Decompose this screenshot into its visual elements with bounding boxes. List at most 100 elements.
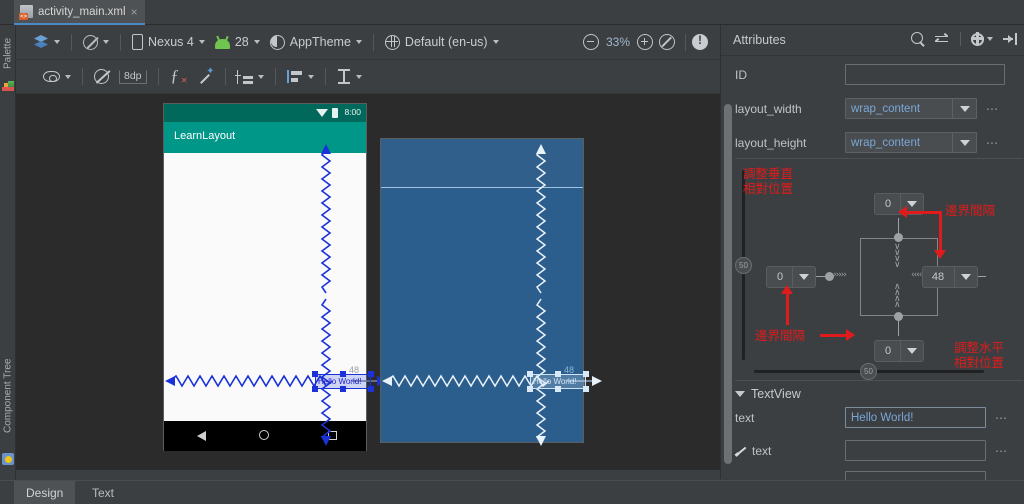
resize-handle[interactable] (368, 386, 374, 392)
constraint-anchor[interactable] (555, 386, 561, 392)
device-dropdown[interactable]: Nexus 4 (127, 29, 210, 55)
align-dropdown[interactable] (282, 64, 319, 90)
toolbar-divider (157, 68, 159, 85)
palette-icon (2, 80, 14, 92)
section-header-textview[interactable]: TextView (735, 387, 801, 401)
resize-handle[interactable] (583, 386, 589, 392)
chevron-down-icon[interactable] (735, 391, 745, 397)
chevron-down-icon (103, 40, 109, 44)
id-field[interactable] (845, 64, 1005, 85)
magnet-off-icon (94, 69, 109, 84)
resize-handle[interactable] (312, 386, 318, 392)
locale-label: Default (en-us) (404, 35, 488, 49)
resize-handle[interactable] (527, 371, 533, 377)
annotation-arrow-head-down (934, 250, 946, 259)
chevron-down-icon (355, 74, 362, 79)
annotation-horizontal-bias: 調整水平 相對位置 (954, 340, 1004, 370)
device-preview[interactable]: 8:00 LearnLayout (163, 103, 367, 451)
chevron-down-icon (355, 40, 362, 44)
file-tab-activity-main[interactable]: activity_main.xml × (14, 0, 145, 25)
swap-icon[interactable] (935, 33, 950, 46)
pack-dropdown[interactable] (232, 64, 269, 90)
zoom-level-label: 33% (605, 35, 631, 49)
toolbar-divider (71, 33, 72, 51)
resize-handle[interactable] (583, 371, 589, 377)
constraint-anchor[interactable] (340, 386, 346, 392)
layout-width-dropdown[interactable]: wrap_content (845, 98, 977, 119)
design-mode-dropdown[interactable] (28, 29, 65, 55)
text-design-more-button[interactable]: ⋯ (995, 444, 1008, 458)
sidebar-item-component-tree[interactable]: Component Tree (0, 341, 16, 451)
toolbar-divider (685, 33, 686, 51)
layout-height-dropdown[interactable]: wrap_content (845, 132, 977, 153)
section-title: TextView (751, 387, 801, 401)
annotation-arrow-head-left (898, 206, 907, 218)
design-canvas[interactable]: 8:00 LearnLayout Hello World! 48 Hello W… (16, 94, 720, 470)
align-icon (286, 70, 303, 83)
device-label: Nexus 4 (148, 35, 194, 49)
blueprint-preview[interactable] (380, 138, 584, 443)
toolbar-divider (120, 33, 121, 51)
orientation-icon (83, 34, 98, 50)
right-margin-dropdown[interactable]: 48 (922, 266, 978, 288)
globe-icon (384, 34, 400, 50)
resize-handle[interactable] (312, 371, 318, 377)
constraint-anchor[interactable] (555, 371, 561, 377)
text-design-field[interactable] (845, 440, 986, 461)
xml-file-icon (19, 5, 33, 20)
zoom-controls: 33% (583, 34, 675, 50)
zoom-fit-icon[interactable] (659, 34, 675, 50)
view-options-dropdown[interactable] (38, 64, 76, 90)
resize-handle[interactable] (368, 371, 374, 377)
clear-constraints-icon (170, 66, 188, 86)
search-icon[interactable] (911, 32, 925, 46)
close-icon[interactable]: × (131, 6, 138, 18)
vertical-bias-slider[interactable]: 50 (735, 257, 752, 274)
default-margin-dropdown[interactable]: 8dp (114, 64, 152, 90)
guidelines-dropdown[interactable] (332, 64, 367, 90)
blueprint-content-area[interactable] (381, 188, 583, 442)
vertical-spring-top: ∨ ∨ ∨ ∨ (894, 242, 901, 270)
annotation-left-margin-line1: 邊界間隔 (755, 328, 806, 343)
bottom-connector-line (898, 318, 900, 336)
attr-label-text-design-text: text (752, 443, 772, 458)
theme-dropdown[interactable]: AppTheme (265, 29, 367, 55)
attr-row-layout-width: layout_width wrap_content ⋯ (735, 95, 1023, 122)
constraint-anchor[interactable] (340, 371, 346, 377)
api-level-dropdown[interactable]: 28 (210, 29, 265, 55)
text-field[interactable]: Hello World! (845, 407, 986, 428)
attr-label-text: text (735, 410, 755, 425)
layout-height-more-button[interactable]: ⋯ (986, 136, 999, 150)
warning-icon[interactable] (692, 33, 708, 50)
chevron-down-icon (952, 99, 976, 118)
infer-constraints-button[interactable] (193, 64, 219, 90)
battery-icon (332, 108, 338, 118)
gear-icon[interactable] (970, 32, 984, 46)
horizontal-bias-slider[interactable]: 50 (860, 363, 877, 380)
zoom-in-icon[interactable] (637, 34, 653, 50)
bottom-margin-dropdown[interactable]: 0 (874, 340, 924, 362)
annotation-horizontal-bias-line1: 調整水平 (954, 340, 1005, 355)
sidebar-item-palette[interactable]: Palette (0, 27, 16, 79)
canvas-horizontal-scrollbar[interactable] (16, 471, 720, 480)
resize-handle[interactable] (527, 386, 533, 392)
text-more-button[interactable]: ⋯ (995, 411, 1008, 425)
clear-constraints-button[interactable] (165, 64, 193, 90)
layout-width-more-button[interactable]: ⋯ (986, 102, 999, 116)
orientation-dropdown[interactable] (78, 29, 114, 55)
chevron-down-icon (987, 37, 993, 41)
attr-row-text-design: text ⋯ (735, 437, 1023, 464)
attr-label-id: ID (735, 67, 747, 82)
tab-text[interactable]: Text (80, 481, 126, 504)
autoconnect-toggle[interactable] (89, 64, 114, 90)
divider (735, 158, 1023, 159)
toolbar-divider (82, 68, 83, 85)
infer-constraints-icon (198, 66, 214, 85)
locale-dropdown[interactable]: Default (en-us) (380, 29, 504, 55)
collapse-panel-icon[interactable] (1003, 33, 1017, 45)
panel-title: Attributes (733, 33, 786, 47)
tab-design[interactable]: Design (14, 481, 76, 504)
zoom-out-icon[interactable] (583, 34, 599, 50)
android-studio-layout-editor: activity_main.xml × Palette Component Tr… (0, 0, 1024, 504)
guidelines-icon (337, 69, 351, 84)
